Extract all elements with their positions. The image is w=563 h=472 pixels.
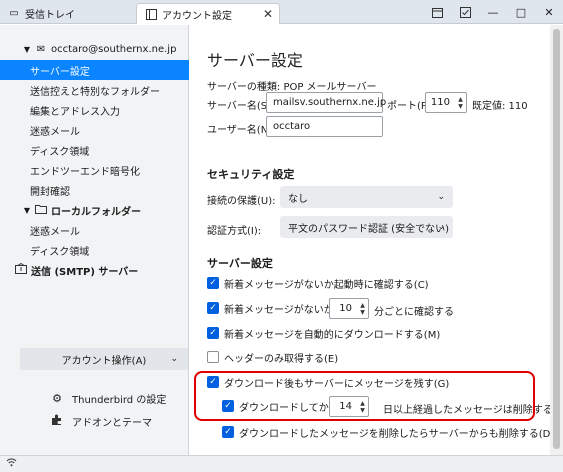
- check-on-startup-row[interactable]: ✓ 新着メッセージがないか起動時に確認する(C): [207, 274, 429, 292]
- check-interval-spin-icon[interactable]: ▲ ▼: [357, 298, 368, 319]
- sidebar-item-return-receipts[interactable]: 開封確認: [0, 180, 189, 200]
- tasks-icon[interactable]: [451, 0, 479, 24]
- auto-download-row[interactable]: ✓ 新着メッセージを自動的にダウンロードする(M): [207, 324, 440, 342]
- delete-when-deleted-row[interactable]: ✓ ダウンロードしたメッセージを削除したらサーバーからも削除する(D): [222, 423, 554, 441]
- check-every-suffix: 分ごとに確認する: [374, 307, 454, 318]
- account-actions-button[interactable]: アカウント操作(A) ⌄: [20, 348, 188, 370]
- settings-page-icon: [145, 8, 157, 20]
- delete-when-deleted-label: ダウンロードしたメッセージを削除したらサーバーからも削除する(D): [239, 428, 555, 440]
- port-spin-arrows-icon[interactable]: ▲ ▼: [455, 92, 466, 113]
- connection-security-select[interactable]: なし ⌄: [280, 186, 453, 208]
- tab-account-settings-label: アカウント設定: [162, 10, 232, 22]
- chevron-down-icon: ⌄: [437, 222, 445, 232]
- sidebar-item-label: エンドツーエンド暗号化: [30, 166, 140, 178]
- sidebar-item-label: 迷惑メール: [30, 226, 80, 238]
- gear-icon: ⚙: [52, 391, 62, 405]
- port-default-text: 既定値: 110: [472, 101, 528, 112]
- chevron-down-icon[interactable]: ▼: [22, 206, 32, 215]
- sidebar-item-label: 送信控えと特別なフォルダー: [30, 86, 160, 98]
- tab-account-settings[interactable]: アカウント設定 ✕: [136, 3, 280, 24]
- inbox-icon: ▭: [9, 8, 19, 19]
- connection-security-value: なし: [288, 193, 308, 205]
- connection-security-label: 接続の保護(U):: [207, 196, 276, 207]
- chevron-down-icon: ⌄: [437, 192, 445, 202]
- calendar-icon[interactable]: [423, 0, 451, 24]
- window-controls: — □ ✕: [423, 0, 563, 24]
- auto-download-label: 新着メッセージを自動的にダウンロードする(M): [224, 329, 441, 341]
- check-every-checkbox[interactable]: ✓: [207, 302, 219, 314]
- local-folders-label: ローカルフォルダー: [51, 206, 141, 218]
- mail-account-icon: ✉: [36, 43, 46, 55]
- sidebar-item-disk-space[interactable]: ディスク領域: [0, 140, 189, 160]
- close-tab-icon[interactable]: ✕: [263, 7, 273, 21]
- auth-method-label: 認証方式(I):: [207, 226, 262, 237]
- sidebar-item-server-settings[interactable]: サーバー設定: [0, 60, 189, 80]
- status-bar: [0, 455, 563, 472]
- chevron-down-icon[interactable]: ▼: [22, 45, 32, 54]
- sidebar-item-composition[interactable]: 編集とアドレス入力: [0, 100, 189, 120]
- sidebar-item-copies-folders[interactable]: 送信控えと特別なフォルダー: [0, 80, 189, 100]
- sidebar-item-smtp[interactable]: 送信 (SMTP) サーバー: [0, 260, 189, 280]
- main-scrollbar[interactable]: [550, 25, 563, 455]
- check-on-startup-label: 新着メッセージがないか起動時に確認する(C): [224, 279, 429, 291]
- thunderbird-settings-label: Thunderbird の設定: [72, 394, 167, 406]
- local-folders-tree-row[interactable]: ▼ ローカルフォルダー: [0, 200, 189, 220]
- security-section-title: セキュリティ設定: [207, 168, 295, 181]
- scrollbar-thumb[interactable]: [553, 29, 560, 449]
- server-type-text: サーバーの種類: POP メールサーバー: [207, 82, 377, 93]
- tab-bar: ▭ 受信トレイ アカウント設定 ✕ — □ ✕: [0, 0, 563, 24]
- check-every-row[interactable]: ✓ 新着メッセージがないか(Y): [207, 299, 348, 317]
- sidebar-item-label: 編集とアドレス入力: [30, 106, 120, 118]
- sidebar-item-local-junk[interactable]: 迷惑メール: [0, 220, 189, 240]
- sidebar-item-junk[interactable]: 迷惑メール: [0, 120, 189, 140]
- delete-when-deleted-checkbox[interactable]: ✓: [222, 426, 234, 438]
- auto-download-checkbox[interactable]: ✓: [207, 327, 219, 339]
- sidebar-item-e2e-encryption[interactable]: エンドツーエンド暗号化: [0, 160, 189, 180]
- account-actions-label: アカウント操作(A): [61, 355, 147, 367]
- sidebar-item-label: サーバー設定: [30, 66, 90, 78]
- sidebar-item-label: ディスク領域: [30, 246, 90, 258]
- addons-label: アドオンとテーマ: [72, 417, 152, 429]
- connection-status-icon: [6, 457, 17, 470]
- headers-only-row[interactable]: ヘッダーのみ取得する(E): [207, 348, 338, 366]
- folder-icon: [34, 204, 48, 217]
- sidebar-item-local-disk-space[interactable]: ディスク領域: [0, 240, 189, 260]
- headers-only-checkbox[interactable]: [207, 351, 219, 363]
- check-on-startup-checkbox[interactable]: ✓: [207, 277, 219, 289]
- thunderbird-settings-link[interactable]: ⚙ Thunderbird の設定: [50, 389, 166, 407]
- tab-inbox-label: 受信トレイ: [25, 10, 75, 21]
- chevron-down-icon: ⌄: [170, 354, 178, 364]
- minimize-icon[interactable]: —: [479, 0, 507, 24]
- puzzle-icon: [50, 414, 64, 429]
- headers-only-label: ヘッダーのみ取得する(E): [224, 353, 339, 365]
- page-title: サーバー設定: [207, 51, 303, 70]
- auth-method-select[interactable]: 平文のパスワード認証 (安全でない) ⌄: [280, 216, 453, 238]
- account-email: occtaro@southernx.ne.jp: [51, 43, 177, 55]
- server-name-input[interactable]: mailsv.southernx.ne.jp: [266, 92, 386, 113]
- tab-inbox[interactable]: ▭ 受信トレイ: [0, 3, 134, 24]
- username-input[interactable]: occtaro: [266, 116, 383, 137]
- addons-link[interactable]: アドオンとテーマ: [50, 412, 152, 430]
- sidebar-item-label: ディスク領域: [30, 146, 90, 158]
- sidebar-item-label: 迷惑メール: [30, 126, 80, 138]
- maximize-icon[interactable]: □: [507, 0, 535, 24]
- red-highlight-box: [194, 371, 535, 421]
- auth-method-value: 平文のパスワード認証 (安全でない): [288, 223, 449, 235]
- smtp-label: 送信 (SMTP) サーバー: [31, 266, 139, 278]
- server-name-label: サーバー名(S):: [207, 101, 275, 112]
- smtp-server-icon: [14, 262, 28, 277]
- server-settings-section-title: サーバー設定: [207, 257, 273, 270]
- account-tree-row[interactable]: ▼ ✉ occtaro@southernx.ne.jp: [0, 39, 189, 59]
- close-window-icon[interactable]: ✕: [535, 0, 563, 24]
- account-sidebar: ▼ ✉ occtaro@southernx.ne.jp サーバー設定 送信控えと…: [0, 25, 189, 455]
- sidebar-item-label: 開封確認: [30, 186, 70, 198]
